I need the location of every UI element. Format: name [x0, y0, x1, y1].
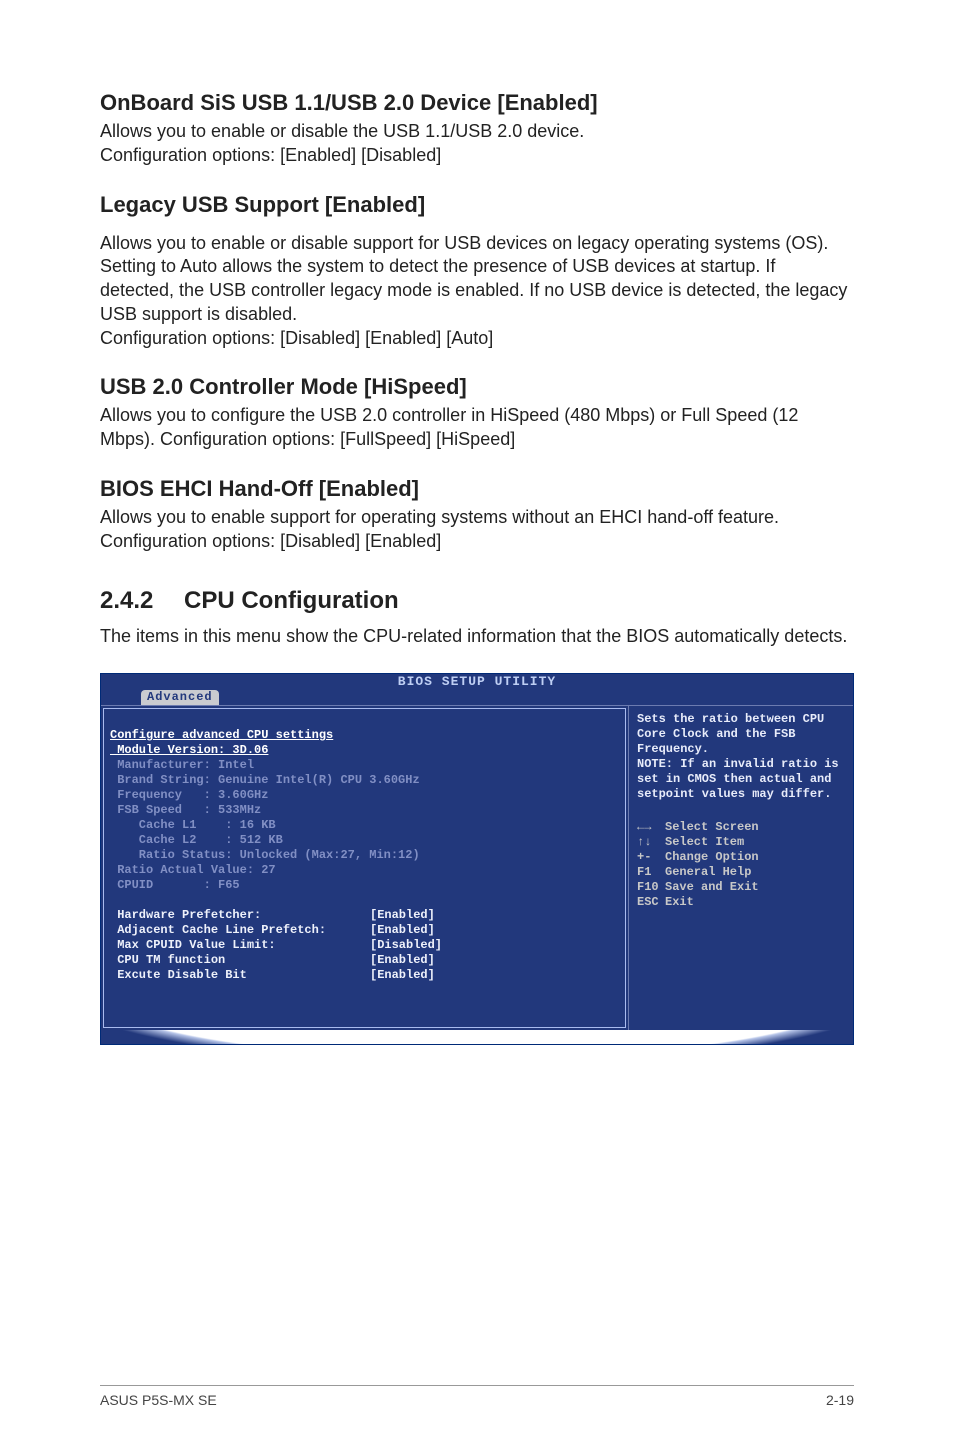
- bios-option-value[interactable]: [Enabled]: [370, 953, 435, 968]
- nav-key-arrows-ud: ↑↓: [637, 835, 665, 850]
- para-cpu-configuration: The items in this menu show the CPU-rela…: [100, 625, 854, 649]
- bios-readonly-line: Brand String: Genuine Intel(R) CPU 3.60G…: [110, 773, 420, 787]
- bios-option-row[interactable]: Excute Disable Bit[Enabled]: [110, 968, 619, 983]
- nav-action-change-option: Change Option: [665, 850, 759, 864]
- bios-readonly-line: Cache L2 : 512 KB: [110, 833, 283, 847]
- bios-title: BIOS SETUP UTILITY: [101, 674, 853, 690]
- footer-right: 2-19: [826, 1392, 854, 1408]
- bios-readonly-line: Manufacturer: Intel: [110, 758, 254, 772]
- bios-config-header: Configure advanced CPU settings: [110, 728, 333, 742]
- bios-option-value[interactable]: [Disabled]: [370, 938, 442, 953]
- footer-left: ASUS P5S-MX SE: [100, 1392, 217, 1408]
- bios-readonly-line: CPUID : F65: [110, 878, 240, 892]
- nav-key-f1: F1: [637, 865, 665, 880]
- bios-nav-keys: ←→Select Screen ↑↓Select Item +-Change O…: [637, 820, 847, 910]
- heading-bios-ehci-handoff: BIOS EHCI Hand-Off [Enabled]: [100, 476, 854, 502]
- page-footer: ASUS P5S-MX SE 2-19: [100, 1385, 854, 1408]
- para-legacy-usb-support: Allows you to enable or disable support …: [100, 232, 854, 351]
- bios-bottom-curve: [101, 1030, 853, 1044]
- bios-right-pane: Sets the ratio between CPU Core Clock an…: [628, 706, 853, 1030]
- bios-option-label: CPU TM function: [110, 953, 370, 968]
- nav-action-save-exit: Save and Exit: [665, 880, 759, 894]
- bios-option-label: Adjacent Cache Line Prefetch:: [110, 923, 370, 938]
- bios-option-label: Hardware Prefetcher:: [110, 908, 370, 923]
- heading-onboard-sis-usb: OnBoard SiS USB 1.1/USB 2.0 Device [Enab…: [100, 90, 854, 116]
- para-onboard-sis-usb: Allows you to enable or disable the USB …: [100, 120, 854, 168]
- bios-option-value[interactable]: [Enabled]: [370, 908, 435, 923]
- bios-option-label: Max CPUID Value Limit:: [110, 938, 370, 953]
- para-usb-controller-mode: Allows you to configure the USB 2.0 cont…: [100, 404, 854, 452]
- bios-left-pane: Configure advanced CPU settings Module V…: [103, 708, 626, 1028]
- bios-help-text: Sets the ratio between CPU Core Clock an…: [637, 712, 847, 802]
- section-title: CPU Configuration: [184, 587, 399, 614]
- bios-readonly-line: Ratio Status: Unlocked (Max:27, Min:12): [110, 848, 420, 862]
- bios-panel: BIOS SETUP UTILITY Advanced Configure ad…: [100, 673, 854, 1045]
- bios-readonly-line: Frequency : 3.60GHz: [110, 788, 268, 802]
- heading-usb-controller-mode: USB 2.0 Controller Mode [HiSpeed]: [100, 374, 854, 400]
- nav-action-select-item: Select Item: [665, 835, 744, 849]
- nav-key-plus-minus: +-: [637, 850, 665, 865]
- nav-key-esc: ESC: [637, 895, 665, 910]
- bios-option-value[interactable]: [Enabled]: [370, 923, 435, 938]
- bios-option-row[interactable]: Hardware Prefetcher:[Enabled]: [110, 908, 619, 923]
- bios-option-row[interactable]: Max CPUID Value Limit:[Disabled]: [110, 938, 619, 953]
- heading-legacy-usb-support: Legacy USB Support [Enabled]: [100, 192, 854, 218]
- bios-option-label: Excute Disable Bit: [110, 968, 370, 983]
- tab-advanced[interactable]: Advanced: [141, 690, 219, 705]
- bios-tabbar: Advanced: [101, 690, 853, 705]
- heading-cpu-configuration: 2.4.2CPU Configuration: [100, 587, 854, 615]
- nav-action-general-help: General Help: [665, 865, 751, 879]
- para-bios-ehci-handoff: Allows you to enable support for operati…: [100, 506, 854, 554]
- nav-action-select-screen: Select Screen: [665, 820, 759, 834]
- nav-key-arrows-lr: ←→: [637, 820, 665, 835]
- bios-readonly-line: Ratio Actual Value: 27: [110, 863, 276, 877]
- bios-option-row[interactable]: CPU TM function[Enabled]: [110, 953, 619, 968]
- bios-option-row[interactable]: Adjacent Cache Line Prefetch:[Enabled]: [110, 923, 619, 938]
- bios-readonly-line: FSB Speed : 533MHz: [110, 803, 261, 817]
- bios-option-value[interactable]: [Enabled]: [370, 968, 435, 983]
- bios-module-version: Module Version: 3D.06: [110, 743, 268, 757]
- section-number: 2.4.2: [100, 587, 184, 615]
- bios-readonly-line: Cache L1 : 16 KB: [110, 818, 276, 832]
- nav-key-f10: F10: [637, 880, 665, 895]
- nav-action-exit: Exit: [665, 895, 694, 909]
